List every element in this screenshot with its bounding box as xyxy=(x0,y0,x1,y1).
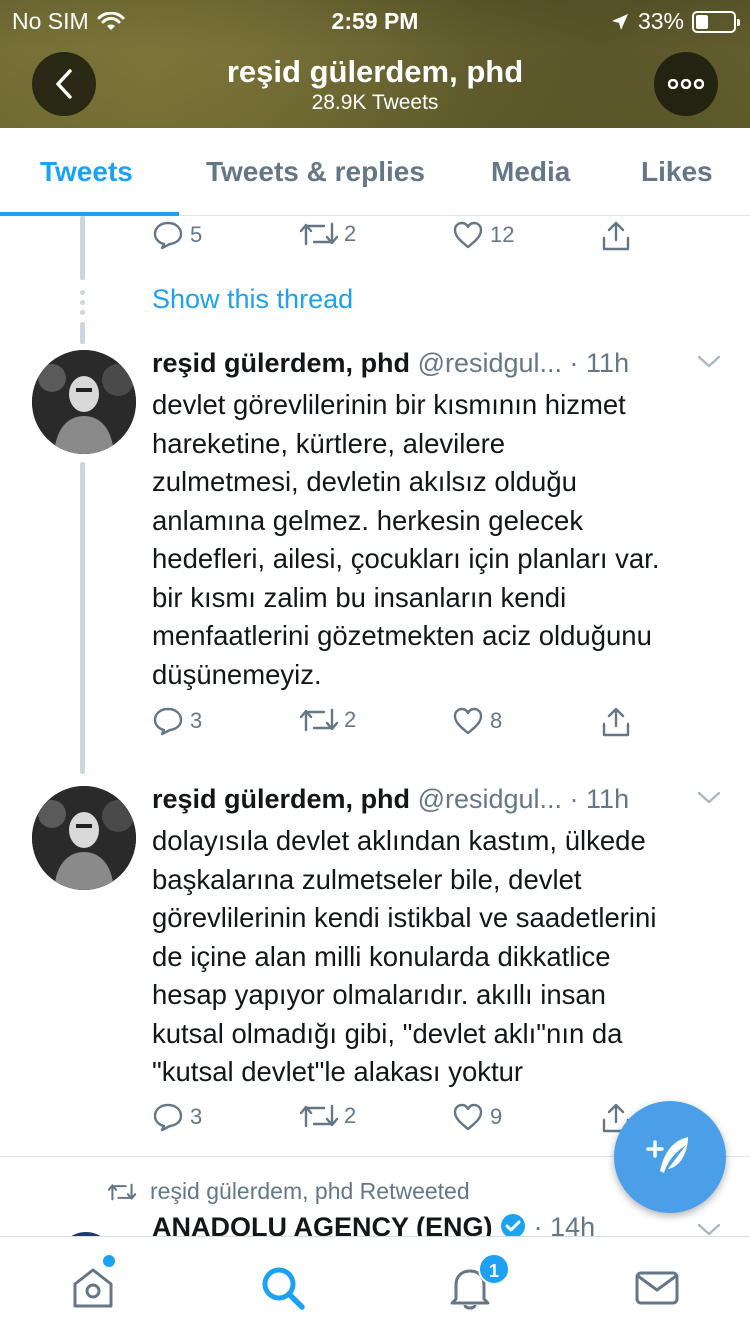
thread-dot xyxy=(80,300,85,305)
status-right: 33% xyxy=(610,8,740,35)
reply-count: 5 xyxy=(190,222,203,247)
tab-likes[interactable]: Likes xyxy=(641,156,713,188)
retweeted-by[interactable]: reşid gülerdem, phd Retweeted xyxy=(108,1178,470,1205)
like-button[interactable]: 12 xyxy=(452,220,514,250)
like-button[interactable]: 8 xyxy=(452,706,502,736)
battery-icon xyxy=(692,10,740,33)
compose-tweet-button[interactable] xyxy=(614,1101,726,1213)
retweet-button[interactable]: 2 xyxy=(300,1102,356,1130)
bottom-navigation: 1 xyxy=(0,1236,750,1334)
reply-button[interactable]: 5 xyxy=(152,220,202,250)
tweet-1[interactable]: reşid gülerdem, phd @residgul... · 11h d… xyxy=(0,348,750,768)
like-count: 12 xyxy=(490,222,515,247)
retweet-button[interactable]: 2 xyxy=(300,706,356,734)
avatar-photo xyxy=(32,786,136,890)
reply-icon xyxy=(153,707,183,736)
avatar[interactable] xyxy=(32,350,136,454)
tweet-time: · 14h xyxy=(533,1212,596,1236)
tweet-text: dolayısıla devlet aklından kastım, ülked… xyxy=(152,825,657,1087)
home-icon xyxy=(73,1268,113,1308)
battery-percent: 33% xyxy=(637,8,684,34)
reply-count: 3 xyxy=(190,708,203,733)
retweeted-author: ANADOLU AGENCY (ENG) · 14h xyxy=(152,1212,595,1236)
search-icon xyxy=(262,1267,305,1310)
tweet-actions: 3 2 8 xyxy=(152,706,652,746)
retweet-icon xyxy=(300,1104,338,1128)
tweet-actions: 3 2 9 xyxy=(152,1102,652,1142)
tweet-header: reşid gülerdem, phd @residgul... · 11h xyxy=(152,784,722,820)
retweet-icon xyxy=(300,708,338,732)
retweet-icon xyxy=(300,222,338,246)
like-count: 8 xyxy=(490,708,503,733)
reply-button[interactable]: 3 xyxy=(152,1102,202,1132)
chevron-down-icon[interactable] xyxy=(696,790,722,806)
compose-feather-icon xyxy=(646,1137,688,1173)
profile-tabs: Tweets Tweets & replies Media Likes xyxy=(0,128,750,216)
retweet-count: 2 xyxy=(344,221,357,246)
profile-name-title: reşid gülerdem, phd xyxy=(226,54,524,89)
tweet-count: 28.9K Tweets xyxy=(311,91,439,114)
location-arrow-icon xyxy=(611,13,628,30)
thread-dot xyxy=(80,290,85,295)
like-count: 9 xyxy=(490,1104,503,1129)
heart-icon xyxy=(453,707,483,735)
author-name[interactable]: reşid gülerdem, phd xyxy=(152,348,410,378)
share-icon xyxy=(602,221,630,251)
thread-dot xyxy=(80,310,85,315)
author-handle: @residgul... xyxy=(417,784,563,814)
reply-button[interactable]: 3 xyxy=(152,706,202,736)
new-content-dot xyxy=(103,1255,115,1267)
author-handle: @residgul... xyxy=(417,348,563,378)
chevron-down-icon[interactable] xyxy=(696,1222,722,1236)
heart-icon xyxy=(453,221,483,249)
reply-icon xyxy=(153,1103,183,1132)
author-name[interactable]: reşid gülerdem, phd xyxy=(152,784,410,814)
thread-line xyxy=(80,216,85,280)
reply-count: 3 xyxy=(190,1104,203,1129)
profile-header: No SIM 2:59 PM 33% reşid gülerdem, phd 2… xyxy=(0,0,750,128)
mail-icon xyxy=(635,1271,679,1305)
retweet-button[interactable]: 2 xyxy=(300,220,356,248)
status-bar: No SIM 2:59 PM 33% xyxy=(0,0,750,40)
retweet-icon xyxy=(108,1183,136,1200)
notification-badge: 1 xyxy=(478,1253,510,1285)
avatar-photo xyxy=(32,350,136,454)
nav-search[interactable] xyxy=(258,1263,308,1313)
show-thread-link[interactable]: Show this thread xyxy=(152,284,353,315)
tweet-time: · 11h xyxy=(569,784,630,814)
tweet-time: · 11h xyxy=(569,348,630,378)
heart-icon xyxy=(453,1103,483,1131)
thread-line xyxy=(80,322,85,344)
share-button[interactable] xyxy=(600,220,632,252)
tab-tweets[interactable]: Tweets xyxy=(40,156,133,188)
nav-messages[interactable] xyxy=(632,1263,682,1313)
avatar[interactable] xyxy=(32,786,136,890)
tab-media[interactable]: Media xyxy=(491,156,570,188)
tweet-2[interactable]: reşid gülerdem, phd @residgul... · 11h d… xyxy=(0,784,750,1144)
retweet-count: 2 xyxy=(344,1103,357,1128)
previous-tweet-actions: 5 2 12 xyxy=(152,220,652,260)
tweet-header: reşid gülerdem, phd @residgul... · 11h xyxy=(152,348,722,384)
share-button[interactable] xyxy=(600,706,632,738)
share-icon xyxy=(602,707,630,737)
ellipsis-icon xyxy=(668,79,704,89)
reply-icon xyxy=(153,221,183,250)
retweet-count: 2 xyxy=(344,707,357,732)
more-options-button[interactable] xyxy=(654,52,718,116)
like-button[interactable]: 9 xyxy=(452,1102,502,1132)
tweet-text: devlet görevlilerinin bir kısmının hizme… xyxy=(152,389,660,690)
nav-home[interactable] xyxy=(68,1263,118,1313)
battery-level xyxy=(696,14,708,29)
retweeted-label: reşid gülerdem, phd Retweeted xyxy=(150,1178,470,1204)
author-name[interactable]: ANADOLU AGENCY (ENG) xyxy=(152,1212,493,1236)
chevron-down-icon[interactable] xyxy=(696,354,722,370)
tab-tweets-replies[interactable]: Tweets & replies xyxy=(206,156,425,188)
timeline: 5 2 12 Show this thread reşid gülerdem, … xyxy=(0,216,750,1236)
verified-badge-icon xyxy=(501,1214,526,1236)
